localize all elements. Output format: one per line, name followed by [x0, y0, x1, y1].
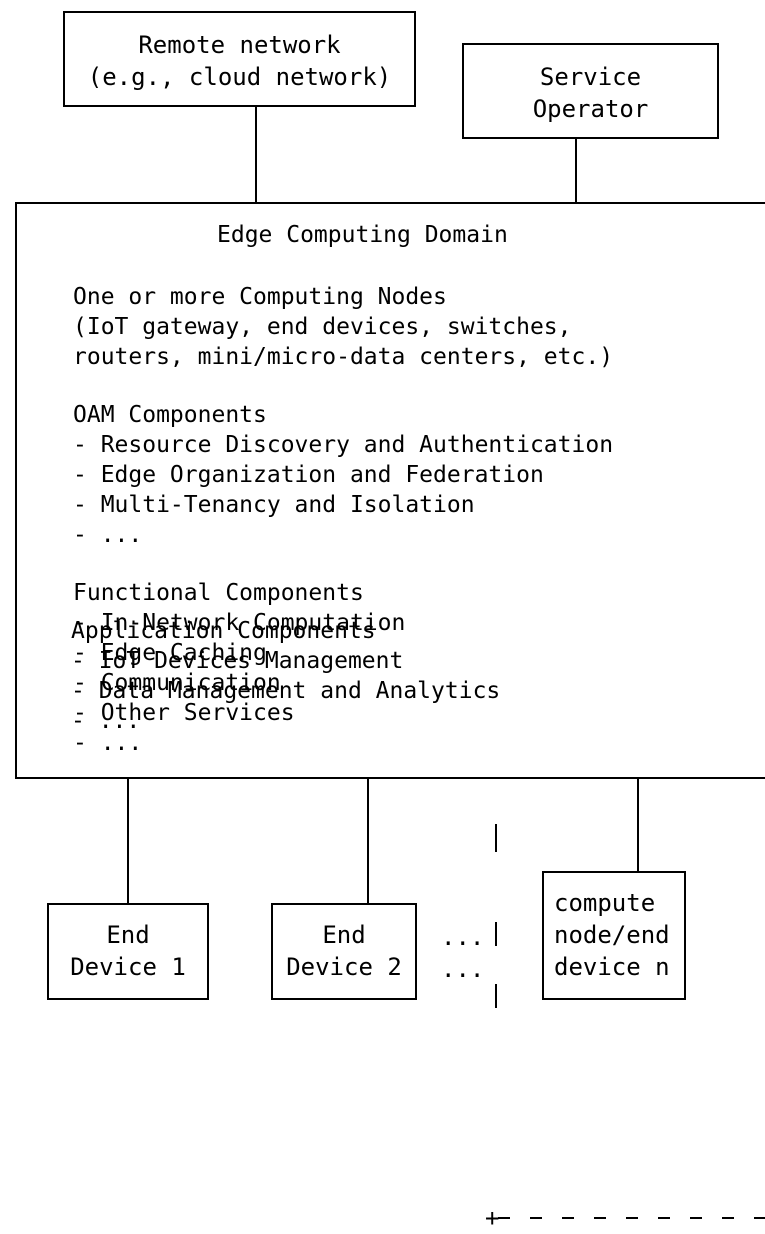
end-device-1-line1: End: [106, 921, 150, 949]
remote-network-line2: (e.g., cloud network): [87, 63, 392, 91]
oam-item: - Multi-Tenancy and Isolation: [73, 492, 475, 518]
end-device-1-box: End Device 1: [47, 903, 209, 1000]
oam-item: - ...: [73, 522, 143, 548]
end-device-1-line2: Device 1: [70, 953, 186, 981]
service-operator-line1: Service: [539, 63, 642, 91]
compute-node-line2: node/end: [554, 921, 670, 949]
dashed-region-corner: +: [485, 1204, 500, 1232]
remote-network-box: Remote network (e.g., cloud network): [63, 11, 416, 107]
computing-nodes-line1: One or more Computing Nodes: [73, 284, 447, 310]
computing-nodes-line2: (IoT gateway, end devices, switches,: [73, 314, 572, 340]
functional-heading: Functional Components: [73, 580, 364, 606]
remote-network-line1: Remote network: [138, 31, 341, 59]
end-device-2-line1: End: [322, 921, 366, 949]
end-device-2-box: End Device 2: [271, 903, 417, 1000]
ellipsis-text: ...: [441, 923, 485, 951]
application-item: - Data Management and Analytics: [71, 678, 501, 704]
oam-item: - Edge Organization and Federation: [73, 462, 544, 488]
compute-node-line3: device n: [554, 953, 670, 981]
oam-heading: OAM Components: [73, 402, 267, 428]
edge-domain-title: Edge Computing Domain: [217, 222, 508, 248]
application-item: - ...: [71, 708, 141, 734]
application-components-group: Application Components - IoT Devices Man…: [71, 616, 691, 766]
end-device-2-line2: Device 2: [286, 953, 402, 981]
service-operator-line2: Operator: [532, 95, 649, 123]
computing-nodes-line3: routers, mini/micro-data centers, etc.): [73, 344, 614, 370]
application-item: - IoT Devices Management: [71, 648, 404, 674]
compute-node-line1: compute: [554, 889, 656, 917]
ellipsis-text: ...: [441, 955, 485, 983]
oam-item: - Resource Discovery and Authentication: [73, 432, 614, 458]
compute-node-box: compute node/end device n: [542, 871, 686, 1000]
application-heading: Application Components: [71, 618, 376, 644]
service-operator-box: Service Operator: [462, 43, 719, 139]
